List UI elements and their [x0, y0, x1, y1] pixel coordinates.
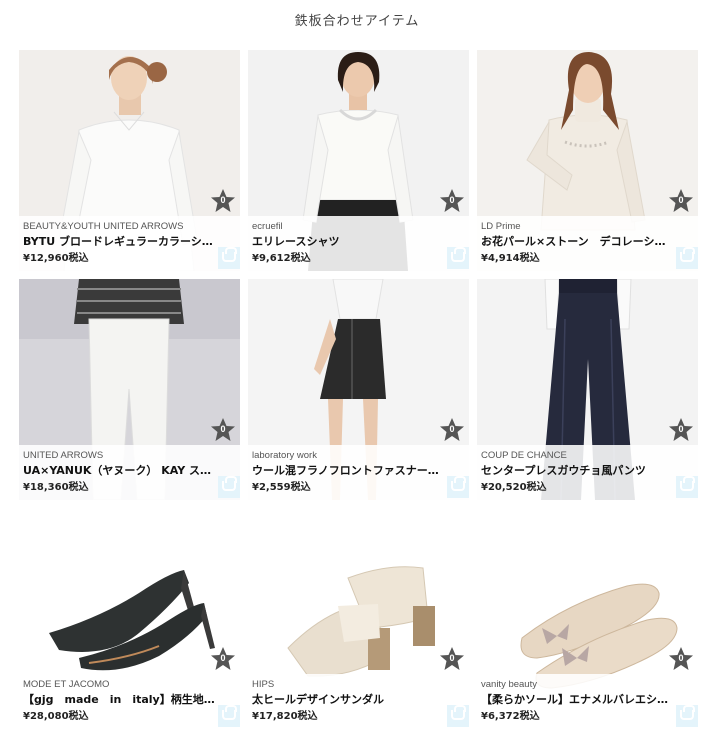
favorite-button[interactable]: 0	[210, 417, 236, 443]
product-brand[interactable]: BEAUTY&YOUTH UNITED ARROWS	[23, 221, 233, 232]
favorite-button[interactable]: 0	[210, 188, 236, 214]
product-brand[interactable]: HIPS	[252, 679, 462, 690]
favorite-count: 0	[678, 424, 684, 434]
product-price: ¥28,080税込	[23, 711, 89, 722]
favorite-button[interactable]: 0	[210, 646, 236, 672]
bag-icon	[680, 247, 695, 262]
favorite-count: 0	[449, 424, 455, 434]
bag-icon	[451, 247, 466, 262]
favorite-button[interactable]: 0	[668, 417, 694, 443]
product-brand[interactable]: UNITED ARROWS	[23, 450, 233, 461]
product-info: COUP DE CHANCE センタープレスガウチョ風パンツ ¥20,520税込	[477, 445, 698, 500]
product-price: ¥4,914税込	[481, 253, 540, 264]
add-to-cart-button[interactable]	[447, 476, 469, 498]
product-price: ¥12,960税込	[23, 253, 89, 264]
product-card[interactable]: 0 laboratory work ウール混フラノフロントファスナータイト… ¥…	[248, 279, 469, 500]
product-card[interactable]: 0 ecruefil エリレースシャツ ¥9,612税込	[248, 50, 469, 271]
product-info: laboratory work ウール混フラノフロントファスナータイト… ¥2,…	[248, 445, 469, 500]
product-name[interactable]: 太ヒールデザインサンダル	[252, 691, 444, 707]
product-price: ¥9,612税込	[252, 253, 311, 264]
favorite-button[interactable]: 0	[668, 646, 694, 672]
bag-icon	[680, 476, 695, 491]
favorite-count: 0	[449, 195, 455, 205]
favorite-count: 0	[220, 195, 226, 205]
product-card[interactable]: 0 LD Prime お花パール×ストーン デコレーションリ… ¥4,914税込	[477, 50, 698, 271]
product-price: ¥2,559税込	[252, 482, 311, 493]
product-info: HIPS 太ヒールデザインサンダル ¥17,820税込	[248, 674, 469, 729]
product-card[interactable]: 0 COUP DE CHANCE センタープレスガウチョ風パンツ ¥20,520…	[477, 279, 698, 500]
product-brand[interactable]: vanity beauty	[481, 679, 691, 690]
product-info: BEAUTY&YOUTH UNITED ARROWS BYTU ブロードレギュラ…	[19, 216, 240, 271]
product-info: LD Prime お花パール×ストーン デコレーションリ… ¥4,914税込	[477, 216, 698, 271]
add-to-cart-button[interactable]	[447, 705, 469, 727]
favorite-button[interactable]: 0	[439, 417, 465, 443]
product-card[interactable]: 0 vanity beauty 【柔らかソール】エナメルバレエシューズ ¥6,3…	[477, 508, 698, 729]
product-price: ¥20,520税込	[481, 482, 547, 493]
add-to-cart-button[interactable]	[218, 476, 240, 498]
bag-icon	[680, 705, 695, 720]
add-to-cart-button[interactable]	[218, 247, 240, 269]
bag-icon	[222, 705, 237, 720]
section-title: 鉄板合わせアイテム	[294, 14, 420, 29]
product-card[interactable]: 0 UNITED ARROWS UA×YANUK（ヤヌーク） KAY スリム ……	[19, 279, 240, 500]
product-name[interactable]: 【柔らかソール】エナメルバレエシューズ	[481, 691, 673, 707]
product-brand[interactable]: COUP DE CHANCE	[481, 450, 691, 461]
product-brand[interactable]: LD Prime	[481, 221, 691, 232]
product-brand[interactable]: MODE ET JACOMO	[23, 679, 233, 690]
product-name[interactable]: センタープレスガウチョ風パンツ	[481, 462, 673, 478]
favorite-button[interactable]: 0	[439, 188, 465, 214]
product-card[interactable]: 0 BEAUTY&YOUTH UNITED ARROWS BYTU ブロードレギ…	[19, 50, 240, 271]
favorite-count: 0	[678, 195, 684, 205]
bag-icon	[222, 247, 237, 262]
favorite-count: 0	[220, 424, 226, 434]
add-to-cart-button[interactable]	[676, 705, 698, 727]
add-to-cart-button[interactable]	[676, 476, 698, 498]
product-name[interactable]: 【gjg made in italy】柄生地ヒール…	[23, 691, 215, 707]
product-card[interactable]: 0 MODE ET JACOMO 【gjg made in italy】柄生地ヒ…	[19, 508, 240, 729]
product-price: ¥17,820税込	[252, 711, 318, 722]
favorite-count: 0	[678, 653, 684, 663]
add-to-cart-button[interactable]	[447, 247, 469, 269]
product-info: vanity beauty 【柔らかソール】エナメルバレエシューズ ¥6,372…	[477, 674, 698, 729]
product-name[interactable]: ウール混フラノフロントファスナータイト…	[252, 462, 444, 478]
favorite-button[interactable]: 0	[439, 646, 465, 672]
favorite-button[interactable]: 0	[668, 188, 694, 214]
product-name[interactable]: UA×YANUK（ヤヌーク） KAY スリム …	[23, 462, 215, 478]
product-info: ecruefil エリレースシャツ ¥9,612税込	[248, 216, 469, 271]
product-price: ¥6,372税込	[481, 711, 540, 722]
product-card[interactable]: 0 HIPS 太ヒールデザインサンダル ¥17,820税込	[248, 508, 469, 729]
product-price: ¥18,360税込	[23, 482, 89, 493]
product-brand[interactable]: ecruefil	[252, 221, 462, 232]
favorite-count: 0	[220, 653, 226, 663]
bag-icon	[451, 705, 466, 720]
product-brand[interactable]: laboratory work	[252, 450, 462, 461]
product-info: MODE ET JACOMO 【gjg made in italy】柄生地ヒール…	[19, 674, 240, 729]
bag-icon	[222, 476, 237, 491]
product-name[interactable]: エリレースシャツ	[252, 233, 444, 249]
product-info: UNITED ARROWS UA×YANUK（ヤヌーク） KAY スリム … ¥…	[19, 445, 240, 500]
product-name[interactable]: お花パール×ストーン デコレーションリ…	[481, 233, 673, 249]
product-name[interactable]: BYTU ブロードレギュラーカラーシャツ	[23, 233, 215, 249]
favorite-count: 0	[449, 653, 455, 663]
bag-icon	[451, 476, 466, 491]
add-to-cart-button[interactable]	[218, 705, 240, 727]
add-to-cart-button[interactable]	[676, 247, 698, 269]
